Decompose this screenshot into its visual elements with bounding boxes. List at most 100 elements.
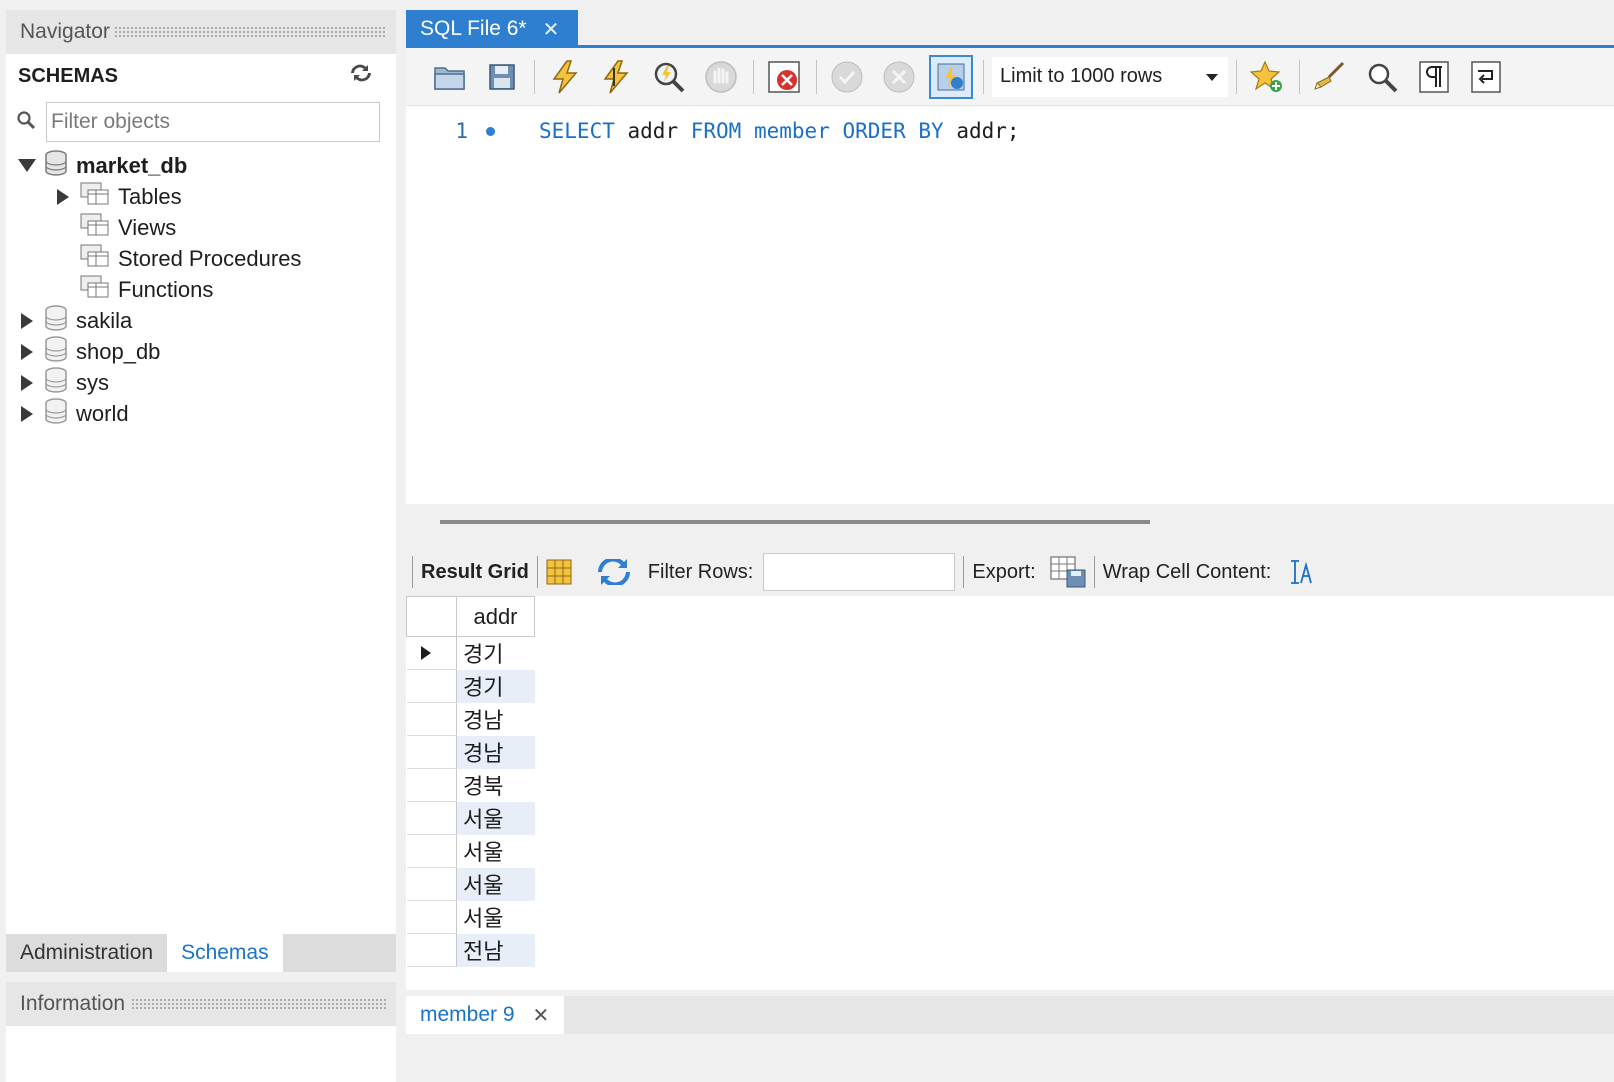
- table-row[interactable]: 서울: [406, 801, 535, 835]
- rollback-button[interactable]: [877, 55, 921, 99]
- drag-grip[interactable]: [113, 26, 386, 38]
- filter-objects-input[interactable]: [46, 102, 380, 142]
- commit-button[interactable]: [825, 55, 869, 99]
- toggle-error-button[interactable]: [762, 55, 806, 99]
- table-cell[interactable]: 서울: [456, 801, 535, 835]
- execute-current-button[interactable]: [595, 55, 639, 99]
- limit-rows-select[interactable]: Limit to 1000 rows: [992, 56, 1228, 97]
- row-header[interactable]: [406, 669, 457, 703]
- table-cell[interactable]: 경남: [457, 703, 535, 736]
- toolbar-separator: [816, 59, 817, 94]
- node-tables[interactable]: Tables: [6, 181, 396, 212]
- row-header[interactable]: [406, 867, 457, 901]
- row-header[interactable]: [406, 834, 457, 868]
- table-row[interactable]: 경기: [406, 669, 535, 703]
- beautify-button[interactable]: [1308, 55, 1352, 99]
- node-label: Functions: [118, 276, 214, 302]
- schema-tree: market_db Tables Views Stored Procedures…: [6, 146, 396, 429]
- execute-button[interactable]: [543, 55, 587, 99]
- database-icon: [44, 366, 68, 399]
- table-cell[interactable]: 서울: [456, 867, 535, 901]
- filter-rows-input[interactable]: [763, 553, 956, 591]
- autocommit-toggle[interactable]: [929, 54, 973, 99]
- drag-grip[interactable]: [131, 998, 386, 1010]
- sql-statement: SELECT addr FROM member ORDER BY addr;: [539, 119, 1020, 143]
- table-cell[interactable]: 경기: [456, 669, 535, 703]
- sql-editor[interactable]: 1 SELECT addr FROM member ORDER BY addr;: [406, 106, 1614, 504]
- table-row[interactable]: 서울: [406, 834, 535, 868]
- wrap-cell-icon[interactable]: [1289, 559, 1313, 585]
- chevron-down-icon: [1206, 73, 1218, 81]
- table-cell[interactable]: 서울: [457, 835, 535, 868]
- schema-world[interactable]: world: [6, 397, 396, 429]
- add-snippet-button[interactable]: [1245, 55, 1289, 99]
- lightning-icon: [552, 59, 578, 93]
- hand-stop-icon: [705, 60, 737, 93]
- refresh-icon[interactable]: [350, 64, 372, 88]
- table-row[interactable]: 경북: [406, 768, 535, 802]
- corner-cell[interactable]: [406, 596, 457, 637]
- toolbar-separator: [1299, 59, 1300, 94]
- schema-shop-db[interactable]: shop_db: [6, 335, 396, 367]
- refresh-icon[interactable]: [597, 559, 630, 585]
- open-file-button[interactable]: [428, 55, 472, 99]
- table-row[interactable]: 서울: [406, 867, 535, 901]
- horizontal-scrollbar[interactable]: [440, 520, 1150, 524]
- magnifier-icon: [1368, 63, 1398, 92]
- tab-schemas[interactable]: Schemas: [167, 934, 283, 972]
- node-views[interactable]: Views: [6, 212, 396, 243]
- row-header[interactable]: [406, 933, 457, 967]
- expand-arrow-icon[interactable]: [16, 405, 38, 422]
- toolbar-separator: [963, 556, 965, 588]
- table-cell[interactable]: 전남: [456, 933, 535, 967]
- wrap-lines-button[interactable]: [1464, 55, 1508, 99]
- information-panel: [6, 1026, 396, 1082]
- table-row[interactable]: 서울: [406, 900, 535, 934]
- close-icon[interactable]: ✕: [543, 17, 560, 42]
- close-icon[interactable]: ✕: [533, 1003, 550, 1028]
- tab-administration[interactable]: Administration: [6, 934, 167, 972]
- row-header[interactable]: [406, 735, 457, 769]
- table-cell[interactable]: 경북: [457, 769, 535, 802]
- table-cell[interactable]: 경남: [456, 735, 535, 769]
- expand-arrow-icon[interactable]: [16, 343, 38, 360]
- toolbar-separator: [534, 59, 535, 94]
- row-header[interactable]: [406, 801, 457, 835]
- table-cell[interactable]: 경기: [457, 637, 535, 670]
- explain-button[interactable]: [647, 55, 691, 99]
- collapse-arrow-icon[interactable]: [16, 159, 38, 172]
- row-header[interactable]: [406, 768, 457, 802]
- row-header[interactable]: [406, 702, 457, 736]
- expand-arrow-icon[interactable]: [16, 312, 38, 329]
- file-tab-bar: SQL File 6* ✕: [406, 10, 1614, 48]
- table-row[interactable]: 경남: [406, 735, 535, 769]
- export-icon[interactable]: [1050, 556, 1086, 588]
- stop-button[interactable]: [699, 55, 743, 99]
- table-row[interactable]: 경남: [406, 702, 535, 736]
- node-stored-procedures[interactable]: Stored Procedures: [6, 243, 396, 274]
- row-header[interactable]: [406, 636, 457, 670]
- save-button[interactable]: [480, 55, 524, 99]
- stop-on-error-icon: [768, 60, 800, 93]
- grid-view-icon[interactable]: [546, 559, 572, 585]
- table-cell[interactable]: 서울: [457, 901, 535, 934]
- pane-splitter[interactable]: [406, 504, 1614, 548]
- node-functions[interactable]: Functions: [6, 274, 396, 305]
- row-header[interactable]: [406, 900, 457, 934]
- schema-market-db[interactable]: market_db: [6, 149, 396, 181]
- table-row[interactable]: 경기: [406, 636, 535, 670]
- find-button[interactable]: [1360, 55, 1404, 99]
- tab-result-member[interactable]: member 9 ✕: [406, 996, 564, 1034]
- expand-arrow-icon[interactable]: [16, 374, 38, 391]
- result-table: addr 경기 경기 경남 경남 경북 서울 서울 서울 서울 전남: [406, 596, 535, 967]
- result-grid-label[interactable]: Result Grid: [421, 561, 529, 584]
- schema-sakila[interactable]: sakila: [6, 304, 396, 336]
- table-row[interactable]: 전남: [406, 933, 535, 967]
- expand-arrow-icon[interactable]: [52, 188, 74, 205]
- schema-label: sakila: [76, 307, 133, 333]
- invisible-chars-button[interactable]: [1412, 55, 1456, 99]
- star-plus-icon: [1250, 60, 1282, 92]
- column-header-addr[interactable]: addr: [456, 596, 535, 637]
- schema-sys[interactable]: sys: [6, 366, 396, 399]
- tab-sql-file[interactable]: SQL File 6* ✕: [406, 10, 578, 48]
